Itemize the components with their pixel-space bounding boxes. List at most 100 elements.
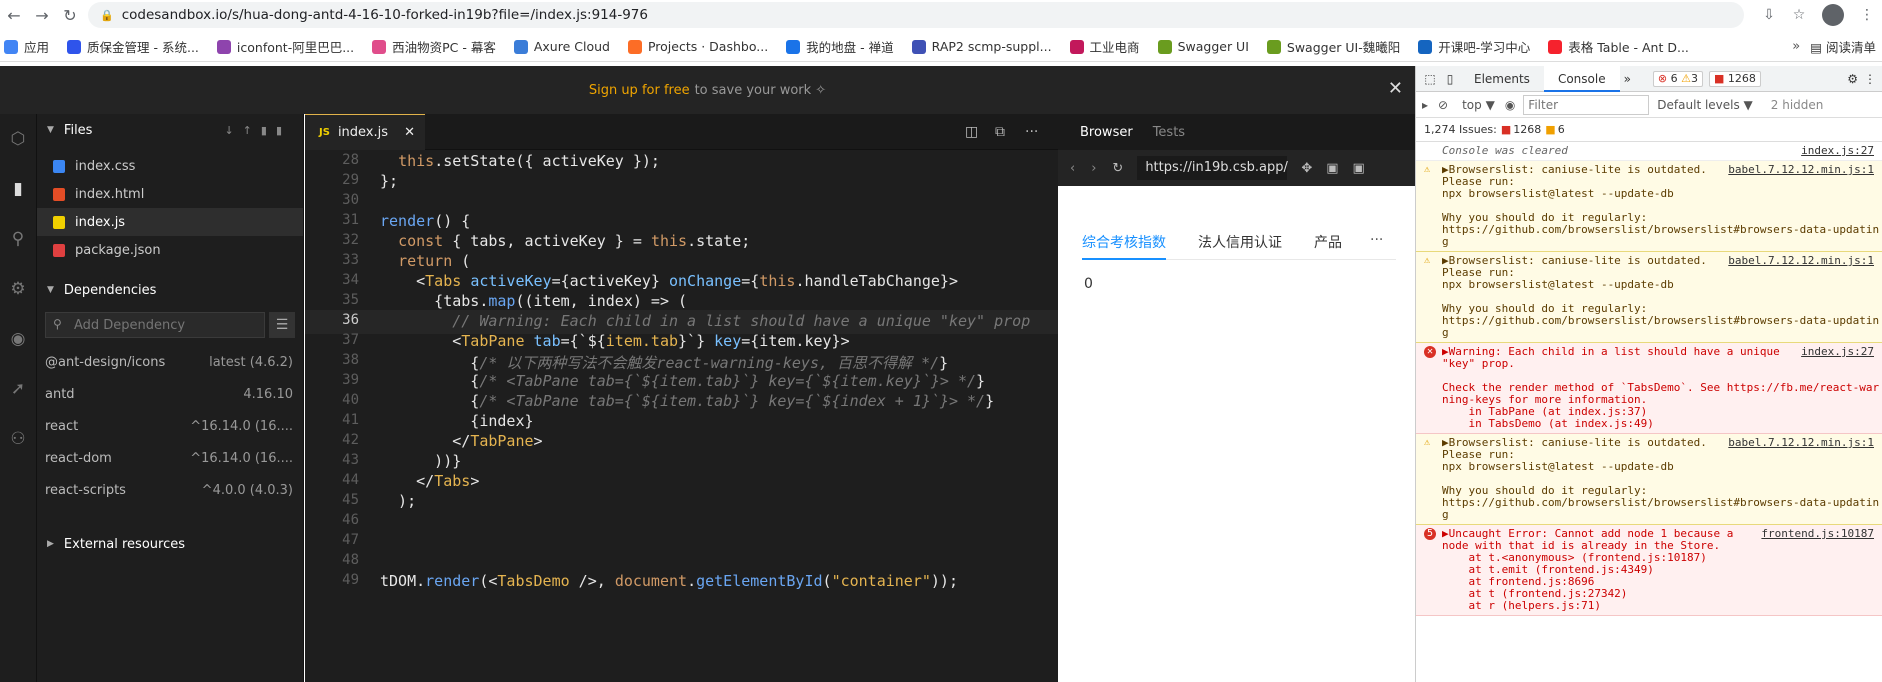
bookmarks-more[interactable]: »	[1792, 39, 1800, 54]
message-source-link[interactable]: babel.7.12.12.min.js:1	[1728, 164, 1874, 176]
code-line[interactable]: tDOM.render(<TabsDemo />, document.getEl…	[380, 572, 958, 590]
issues-badge[interactable]: ■ 1268	[1709, 70, 1761, 87]
code-line[interactable]: <TabPane tab={`${item.tab}`} key={item.k…	[380, 332, 849, 350]
device-icon[interactable]: ▯	[1440, 72, 1460, 86]
tab-index-js[interactable]: JS index.js ✕	[305, 114, 425, 150]
dependency-item[interactable]: react-scripts ^4.0.0 (4.0.3)	[37, 474, 303, 506]
bookmark-item[interactable]: 西油物资PC - 幕客	[372, 37, 496, 56]
tab-tests[interactable]: Tests	[1153, 125, 1185, 140]
code-line[interactable]: {/* <TabPane tab={`${item.tab}`} key={`$…	[380, 372, 985, 390]
back-icon[interactable]: ←	[0, 6, 28, 25]
filter-input[interactable]	[1523, 94, 1650, 115]
bookmark-item[interactable]: Swagger UI-魏曦阳	[1266, 37, 1400, 56]
rocket-icon[interactable]: ➚	[0, 364, 36, 414]
dependency-item[interactable]: antd 4.16.10	[37, 378, 303, 410]
console-message[interactable]: ⚠ ▶Browserslist: caniuse-lite is outdated…	[1416, 161, 1882, 252]
levels-select[interactable]: Default levels ▼	[1657, 98, 1753, 112]
address-bar[interactable]: 🔒 codesandbox.io/s/hua-dong-antd-4-16-10…	[88, 2, 1744, 28]
message-source-link[interactable]: index.js:27	[1801, 346, 1874, 358]
code-line[interactable]: return (	[380, 252, 470, 270]
code-line[interactable]: render() {	[380, 212, 470, 230]
back-icon[interactable]: ‹	[1070, 161, 1075, 176]
code-line[interactable]: </TabPane>	[380, 432, 542, 450]
tab-item[interactable]: 产品	[1314, 232, 1342, 252]
console-message[interactable]: ⚠ ▶Browserslist: caniuse-lite is outdated…	[1416, 434, 1882, 525]
bookmark-item[interactable]: iconfont-阿里巴巴...	[216, 37, 354, 56]
inspect-icon[interactable]: ⬚	[1420, 72, 1440, 86]
reload-icon[interactable]: ↻	[1112, 161, 1123, 176]
code-line[interactable]: {/* 以下两种写法不会触发react-warning-keys, 百思不得解 …	[380, 352, 948, 373]
bookmark-item[interactable]: 质保金管理 - 系统...	[67, 37, 199, 56]
bookmark-item[interactable]: RAP2 scmp-suppl...	[911, 37, 1052, 56]
code-line[interactable]: this.setState({ activeKey });	[380, 152, 660, 170]
tab-item[interactable]: 综合考核指数	[1082, 232, 1166, 252]
code-line[interactable]: {/* <TabPane tab={`${item.tab}`} key={`$…	[380, 392, 994, 410]
bookmark-item[interactable]: 应用	[4, 37, 49, 56]
code-line[interactable]: );	[380, 492, 416, 510]
code-line[interactable]: };	[380, 172, 398, 190]
file-item[interactable]: index.html	[37, 180, 303, 208]
dependency-item[interactable]: react ^16.14.0 (16....	[37, 410, 303, 442]
bookmark-item[interactable]: Swagger UI	[1157, 37, 1249, 56]
gear-icon[interactable]: ⚙	[1847, 72, 1858, 86]
context-select[interactable]: top ▼	[1462, 98, 1495, 112]
message-source-link[interactable]: babel.7.12.12.min.js:1	[1728, 437, 1874, 449]
code-line[interactable]: const { tabs, activeKey } = this.state;	[380, 232, 750, 250]
file-icon[interactable]: ▮	[0, 164, 36, 214]
code-line[interactable]: <Tabs activeKey={activeKey} onChange={th…	[380, 272, 958, 290]
code-line[interactable]: ))}	[380, 452, 461, 470]
star-icon[interactable]: ☆	[1784, 7, 1814, 23]
message-source-link[interactable]: frontend.js:10187	[1761, 528, 1874, 540]
reload-icon[interactable]: ↻	[56, 6, 84, 25]
more-icon[interactable]: ···	[1025, 124, 1038, 140]
more-icon[interactable]: ⋮	[1864, 72, 1876, 86]
error-count-badge[interactable]: ⊗ 6 ⚠ 3	[1652, 70, 1704, 87]
file-item[interactable]: index.js	[37, 208, 303, 236]
add-dependency-input[interactable]	[45, 312, 265, 338]
tab-console[interactable]: Console	[1543, 65, 1620, 92]
tab-item[interactable]: 法人信用认证	[1198, 232, 1282, 252]
preview-url[interactable]: https://in19b.csb.app/	[1137, 156, 1288, 180]
bookmark-item[interactable]: Axure Cloud	[513, 37, 610, 56]
forward-icon[interactable]: ›	[1091, 161, 1096, 176]
bookmark-item[interactable]: 表格 Table - Ant D...	[1548, 37, 1689, 56]
code-line[interactable]: // Warning: Each child in a list should …	[380, 312, 1030, 330]
install-icon[interactable]: ⇩	[1754, 7, 1784, 23]
github-icon[interactable]: ◉	[0, 314, 36, 364]
console-message[interactable]: 5 ▶Uncaught Error: Cannot add node 1 beca…	[1416, 525, 1882, 616]
avatar[interactable]	[1822, 4, 1844, 26]
code-line[interactable]: </Tabs>	[380, 472, 479, 490]
close-icon[interactable]: ✕	[404, 125, 415, 140]
list-icon[interactable]: ☰	[269, 312, 295, 338]
console-message[interactable]: ⚠ ▶Browserslist: caniuse-lite is outdated…	[1416, 252, 1882, 343]
bookmark-item[interactable]: 开课吧-学习中心	[1418, 37, 1530, 56]
users-icon[interactable]: ⚇	[0, 414, 36, 464]
bookmark-item[interactable]: 工业电商	[1069, 37, 1140, 56]
dependency-item[interactable]: react-dom ^16.14.0 (16....	[37, 442, 303, 474]
search-icon[interactable]: ⚲	[0, 214, 36, 264]
file-actions-icon[interactable]: ↓↑▮▮	[224, 124, 291, 137]
split-icon[interactable]: ◫	[965, 124, 978, 140]
message-source-link[interactable]: babel.7.12.12.min.js:1	[1728, 255, 1874, 267]
bookmark-item[interactable]: Projects · Dashbo...	[627, 37, 768, 56]
tab-browser[interactable]: Browser	[1080, 125, 1133, 140]
signup-link[interactable]: Sign up for free	[589, 83, 690, 98]
preview-icon[interactable]: ⧉	[995, 124, 1005, 140]
files-header[interactable]: ▼ Files ↓↑▮▮	[37, 114, 303, 146]
tab-elements[interactable]: Elements	[1460, 66, 1544, 92]
gear-icon[interactable]: ⚙	[0, 264, 36, 314]
sidebar-toggle-icon[interactable]: ▸	[1422, 98, 1428, 112]
issues-bar[interactable]: 1,274 Issues: ■ 1268 ■ 6	[1416, 118, 1882, 142]
close-icon[interactable]: ✕	[1388, 78, 1403, 99]
clear-icon[interactable]: ⊘	[1438, 98, 1448, 112]
cube-icon[interactable]: ⬡	[0, 114, 36, 164]
message-source-link[interactable]: index.js:27	[1801, 145, 1874, 157]
dependencies-header[interactable]: ▼ Dependencies	[37, 274, 303, 306]
more-tabs-icon[interactable]: »	[1624, 72, 1631, 86]
more-tabs-icon[interactable]: ···	[1370, 232, 1383, 248]
forward-icon[interactable]: →	[28, 6, 56, 25]
dependency-item[interactable]: @ant-design/icons latest (4.6.2)	[37, 346, 303, 378]
eye-icon[interactable]: ◉	[1505, 98, 1515, 112]
console-message[interactable]: Console was cleared index.js:27	[1416, 142, 1882, 161]
reading-list[interactable]: ▤ 阅读清单	[1810, 37, 1876, 56]
